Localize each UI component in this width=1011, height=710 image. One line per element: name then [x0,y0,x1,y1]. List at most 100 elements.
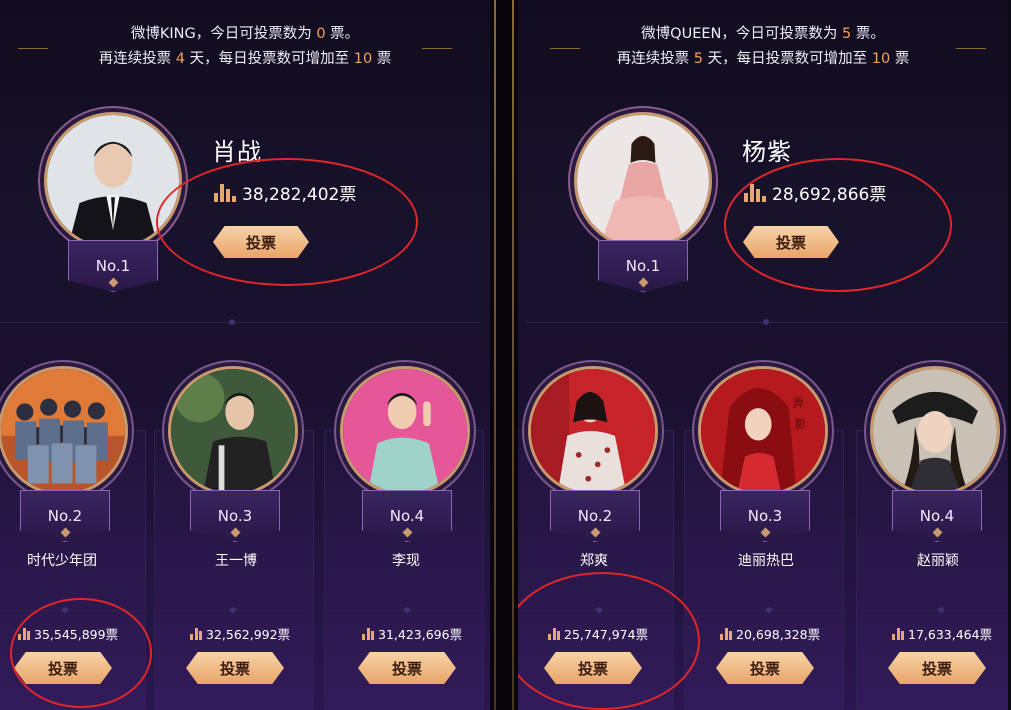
decor-line [956,48,986,49]
info-text: 票 [894,51,910,67]
divider [526,319,1008,325]
rank-label: No.3 [217,507,253,525]
info-text: 票。 [330,26,360,42]
candidate-votes-count: 31,423,696票 [378,627,463,642]
top-votes: 38,282,402票 [214,180,356,205]
portrait-image [531,369,655,493]
group-photo [1,369,125,493]
avatar-rank-2[interactable] [528,366,658,496]
candidate-votes-count: 35,545,899票 [34,627,119,642]
avatar-rank-3[interactable]: 弄影 [698,366,828,496]
portrait-image [873,369,997,493]
vote-bar-icon [214,183,236,202]
candidate-votes: 32,562,992票 [190,624,290,643]
diamond-icon [108,277,119,288]
candidate-votes-count: 32,562,992票 [206,627,291,642]
top-votes-count: 38,282,402票 [242,185,357,205]
max-votes: 10 [871,51,891,67]
annotation-ellipse [156,158,418,286]
diamond-icon [760,527,771,538]
vote-button[interactable]: 投票 [358,652,456,684]
vote-button[interactable]: 投票 [186,652,284,684]
info-text: 票。 [855,26,885,42]
avatar-rank-3[interactable] [168,366,298,496]
vote-bar-icon [362,627,374,640]
candidate-name: 郑爽 [580,553,608,569]
candidate-name: 李现 [392,553,420,569]
avatar-top[interactable] [574,112,712,250]
panel-gap [490,0,518,710]
avatar-rank-2[interactable] [0,366,128,496]
streak-days: 5 [693,51,704,67]
divider [332,607,482,613]
candidate-votes-count: 20,698,328票 [736,627,821,642]
rank-label: No.2 [47,507,83,525]
max-votes: 10 [353,51,373,67]
candidate-votes: 17,633,464票 [892,624,992,643]
diamond-icon [402,527,413,538]
diamond-icon [932,527,943,538]
divider [0,319,480,325]
divider [0,607,140,613]
candidate-name: 时代少年团 [27,553,97,569]
diamond-icon [638,277,649,288]
diamond-icon [590,527,601,538]
info-text: 票 [376,51,392,67]
rank-label: No.2 [577,507,613,525]
vote-bar-icon [892,627,904,640]
candidate-name: 迪丽热巴 [738,553,794,569]
vote-bar-icon [720,627,732,640]
vote-bar-icon [18,627,30,640]
queen-info: 微博QUEEN，今日可投票数为 5 票。 再连续投票 5 天，每日投票数可增加至… [518,22,1008,72]
vote-bar-icon [548,627,560,640]
portrait-image [47,115,179,247]
vote-bar-icon [744,183,766,202]
portrait-image [577,115,709,247]
vote-button[interactable]: 投票 [716,652,814,684]
rank-badge: No.1 [68,240,158,292]
king-panel: 微博KING，今日可投票数为 0 票。 再连续投票 4 天，每日投票数可增加至 … [0,0,490,710]
vote-button[interactable]: 投票 [544,652,642,684]
today-votes: 0 [316,26,326,42]
svg-text:影: 影 [794,417,805,431]
decor-line [18,48,48,49]
avatar-rank-4[interactable] [340,366,470,496]
info-text: 再连续投票 [98,51,172,67]
candidate-votes: 25,747,974票 [548,624,648,643]
rank-label: No.1 [625,257,661,275]
rank-badge: No.1 [598,240,688,292]
top-votes-count: 28,692,866票 [772,185,887,205]
candidate-votes: 35,545,899票 [18,624,118,643]
streak-days: 4 [175,51,186,67]
vote-button[interactable]: 投票 [888,652,986,684]
today-votes: 5 [841,26,852,42]
candidate-name: 赵丽颖 [917,553,959,569]
info-text: 微博QUEEN，今日可投票数为 [641,26,838,42]
king-info: 微博KING，今日可投票数为 0 票。 再连续投票 4 天，每日投票数可增加至 … [0,22,490,72]
info-text: 微博KING，今日可投票数为 [130,26,312,42]
portrait-image: 弄影 [701,369,825,493]
portrait-image [171,369,295,493]
rank-label: No.1 [95,257,131,275]
info-text: 天，每日投票数可增加至 [189,51,350,67]
divider [162,607,304,613]
rank-label: No.3 [747,507,783,525]
avatar-top[interactable] [44,112,182,250]
vote-button[interactable]: 投票 [743,226,839,258]
divider [524,607,670,613]
queen-panel: 微博QUEEN，今日可投票数为 5 票。 再连续投票 5 天，每日投票数可增加至… [518,0,1008,710]
avatar-rank-4[interactable] [870,366,1000,496]
candidate-name: 王一博 [215,553,257,569]
candidate-votes-count: 25,747,974票 [564,627,649,642]
info-text: 再连续投票 [616,51,690,67]
portrait-image [343,369,467,493]
vote-button[interactable]: 投票 [14,652,112,684]
top-name: 肖战 [212,138,262,166]
annotation-ellipse [724,158,952,292]
diamond-icon [230,527,241,538]
vote-button[interactable]: 投票 [213,226,309,258]
candidate-votes: 31,423,696票 [362,624,462,643]
vote-bar-icon [190,627,202,640]
divider [690,607,846,613]
decor-line [422,48,452,49]
